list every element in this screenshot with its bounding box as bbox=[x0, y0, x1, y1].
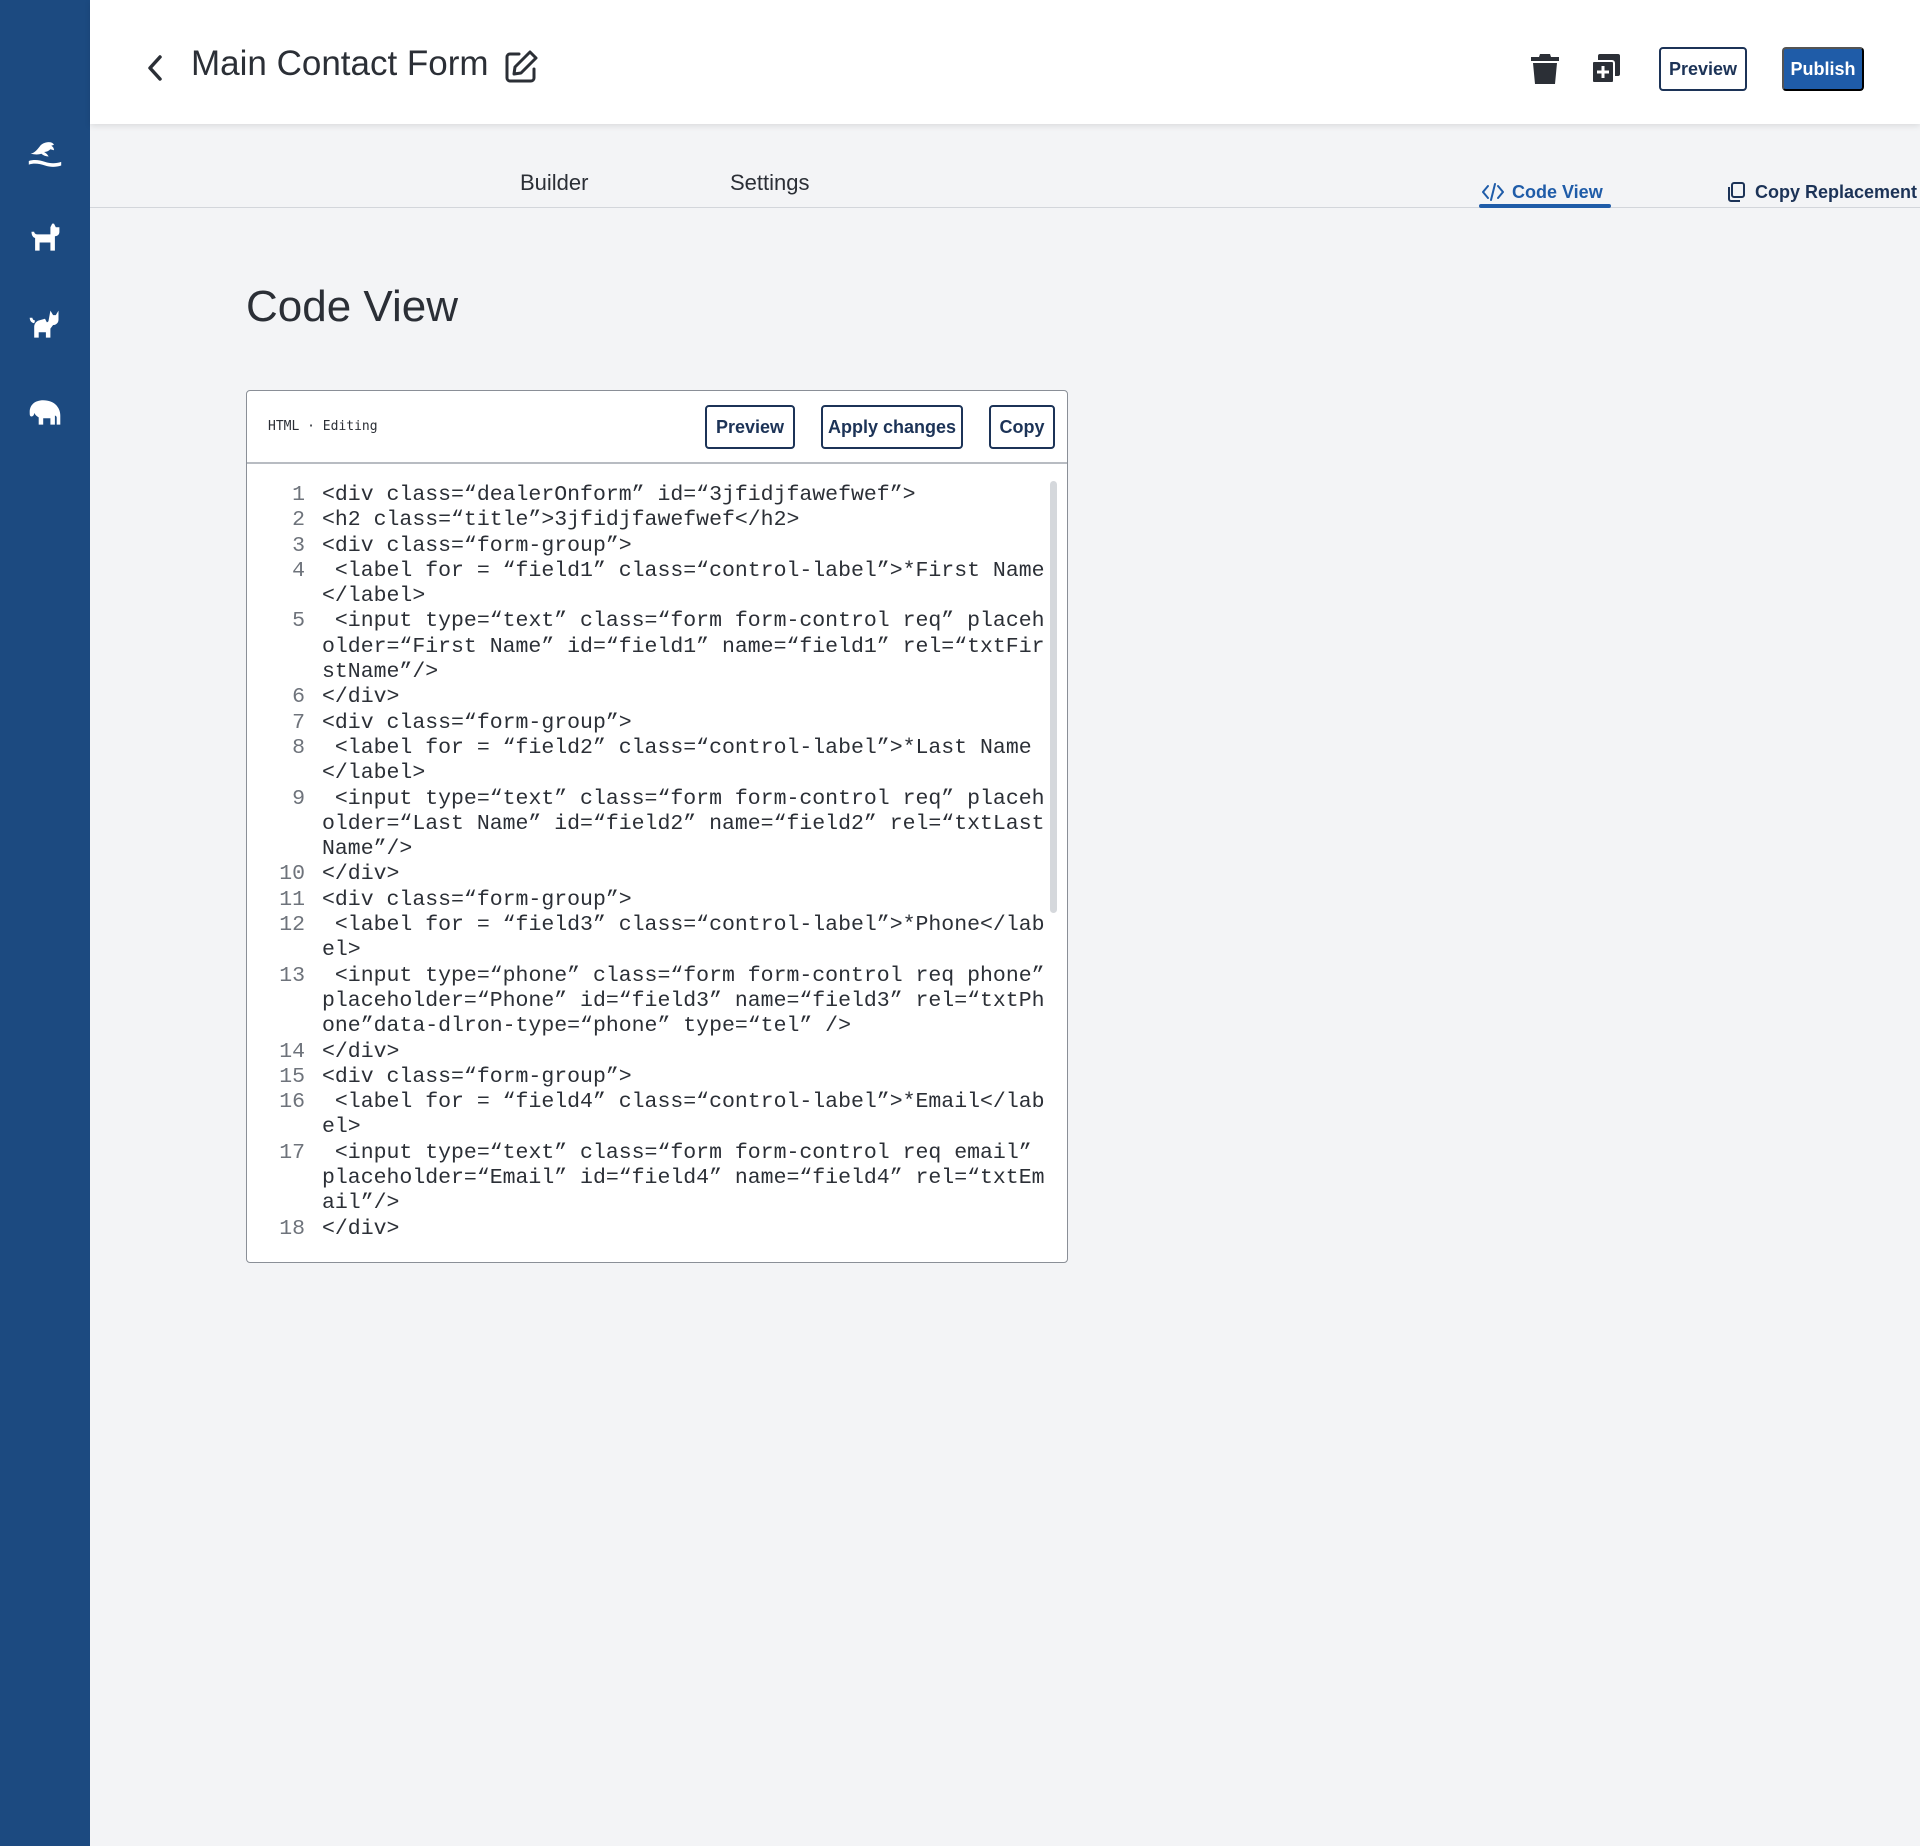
code-line: 1 <div class=“dealerOnform” id=“3jfidjfaw… bbox=[247, 483, 1067, 508]
tab-bar: Builder Settings Code View Copy Replacem… bbox=[90, 124, 1920, 208]
dog-icon[interactable] bbox=[25, 218, 65, 258]
preview-button[interactable]: Preview bbox=[1659, 47, 1747, 91]
line-text: <div class=“dealerOnform” id=“3jfidjfawe… bbox=[322, 483, 916, 507]
line-number: 11 bbox=[279, 887, 305, 912]
line-text: <label for = “field1” class=“control-lab… bbox=[322, 558, 1045, 609]
edit-icon bbox=[505, 50, 538, 83]
tab-code-view-label: Code View bbox=[1512, 181, 1603, 202]
top-bar: Main Contact Form Preview Publish bbox=[90, 0, 1920, 124]
line-number: 12 bbox=[279, 913, 305, 938]
editor-toolbar: HTML · Editing Preview Apply changes Cop… bbox=[247, 391, 1067, 464]
line-text: <label for = “field2” class=“control-lab… bbox=[322, 735, 1032, 786]
line-text: </div> bbox=[322, 685, 400, 710]
code-line: 7 <div class=“form-group”> bbox=[247, 711, 1067, 736]
editor-preview-button[interactable]: Preview bbox=[705, 405, 795, 449]
active-tab-indicator bbox=[1479, 204, 1611, 208]
line-number: 10 bbox=[279, 862, 305, 887]
section-heading: Code View bbox=[246, 282, 458, 331]
line-text: </div> bbox=[322, 1039, 400, 1064]
page-title: Main Contact Form bbox=[191, 44, 489, 83]
copy-code-button[interactable]: Copy bbox=[989, 405, 1055, 449]
code-line: 9 <input type=“text” class=“form form-co… bbox=[247, 787, 1067, 863]
line-number: 16 bbox=[279, 1090, 305, 1115]
line-number: 13 bbox=[279, 963, 305, 988]
line-number: 1 bbox=[292, 483, 305, 507]
line-number: 3 bbox=[292, 533, 305, 558]
line-text: <input type=“text” class=“form form-cont… bbox=[322, 609, 1045, 685]
line-text: </div> bbox=[322, 1216, 400, 1241]
code-line: 4 <label for = “field1” class=“control-l… bbox=[247, 559, 1067, 610]
publish-button[interactable]: Publish bbox=[1782, 47, 1864, 91]
edit-title-button[interactable] bbox=[502, 48, 542, 88]
copy-icon bbox=[1728, 182, 1745, 202]
chevron-left-icon bbox=[148, 55, 162, 81]
code-icon bbox=[1482, 183, 1504, 201]
line-number: 15 bbox=[279, 1064, 305, 1089]
code-text-area[interactable]: 1 <div class=“dealerOnform” id=“3jfidjfaw… bbox=[247, 466, 1067, 1262]
cat-icon[interactable] bbox=[25, 305, 65, 345]
tab-settings[interactable]: Settings bbox=[730, 170, 810, 196]
duplicate-icon bbox=[1591, 54, 1620, 84]
copy-replacement-code-label: Copy Replacement Code bbox=[1755, 181, 1920, 202]
code-line: 6 </div> bbox=[247, 685, 1067, 710]
dolphin-icon[interactable] bbox=[25, 132, 65, 172]
line-text: <label for = “field4” class=“control-lab… bbox=[322, 1090, 1045, 1140]
sidebar bbox=[0, 0, 90, 1846]
code-line: 18 </div> bbox=[247, 1217, 1067, 1242]
line-number: 14 bbox=[279, 1039, 305, 1064]
line-text: <input type=“text” class=“form form-cont… bbox=[322, 1140, 1045, 1216]
line-text: <div class=“form-group”> bbox=[322, 710, 632, 735]
code-line: 16 <label for = “field4” class=“control-… bbox=[247, 1090, 1067, 1141]
trash-icon bbox=[1531, 54, 1559, 84]
code-line: 13 <input type=“phone” class=“form form-… bbox=[247, 964, 1067, 1040]
code-line: 14 </div> bbox=[247, 1040, 1067, 1065]
line-text: <input type=“phone” class=“form form-con… bbox=[322, 963, 1058, 1039]
apply-changes-button[interactable]: Apply changes bbox=[821, 405, 963, 449]
line-number: 8 bbox=[292, 735, 305, 760]
code-line: 2 <h2 class=“title”>3jfidjfawefwef</h2> bbox=[247, 508, 1067, 533]
code-line: 3 <div class=“form-group”> bbox=[247, 534, 1067, 559]
code-line: 11 <div class=“form-group”> bbox=[247, 888, 1067, 913]
line-text: <input type=“text” class=“form form-cont… bbox=[322, 786, 1045, 862]
line-number: 5 bbox=[292, 609, 305, 634]
delete-button[interactable] bbox=[1530, 52, 1560, 86]
code-line: 5 <input type=“text” class=“form form-co… bbox=[247, 609, 1067, 685]
copy-replacement-code-button[interactable]: Copy Replacement Code bbox=[1725, 176, 1920, 208]
code-line: 17 <input type=“text” class=“form form-c… bbox=[247, 1141, 1067, 1217]
line-number: 4 bbox=[292, 558, 305, 583]
line-number: 6 bbox=[292, 685, 305, 710]
line-text: <h2 class=“title”>3jfidjfawefwef</h2> bbox=[322, 508, 800, 533]
code-line: 12 <label for = “field3” class=“control-… bbox=[247, 913, 1067, 964]
line-number: 9 bbox=[292, 786, 305, 811]
line-number: 7 bbox=[292, 710, 305, 735]
line-number: 17 bbox=[279, 1140, 305, 1165]
tab-builder[interactable]: Builder bbox=[520, 170, 588, 196]
line-text: <div class=“form-group”> bbox=[322, 887, 632, 912]
line-text: <div class=“form-group”> bbox=[322, 533, 632, 558]
code-line: 15 <div class=“form-group”> bbox=[247, 1065, 1067, 1090]
line-number: 2 bbox=[292, 508, 305, 533]
line-text: <div class=“form-group”> bbox=[322, 1064, 632, 1089]
code-line: 10 </div> bbox=[247, 862, 1067, 887]
code-scrollbar[interactable] bbox=[1050, 481, 1057, 913]
duplicate-button[interactable] bbox=[1590, 52, 1622, 86]
line-number: 18 bbox=[279, 1216, 305, 1241]
code-line: 8 <label for = “field2” class=“control-l… bbox=[247, 736, 1067, 787]
elephant-icon[interactable] bbox=[25, 392, 65, 432]
editor-status: HTML · Editing bbox=[268, 419, 378, 434]
line-text: <label for = “field3” class=“control-lab… bbox=[322, 913, 1045, 963]
line-text: </div> bbox=[322, 862, 400, 887]
code-editor: HTML · Editing Preview Apply changes Cop… bbox=[246, 390, 1068, 1263]
back-button[interactable] bbox=[140, 50, 170, 86]
